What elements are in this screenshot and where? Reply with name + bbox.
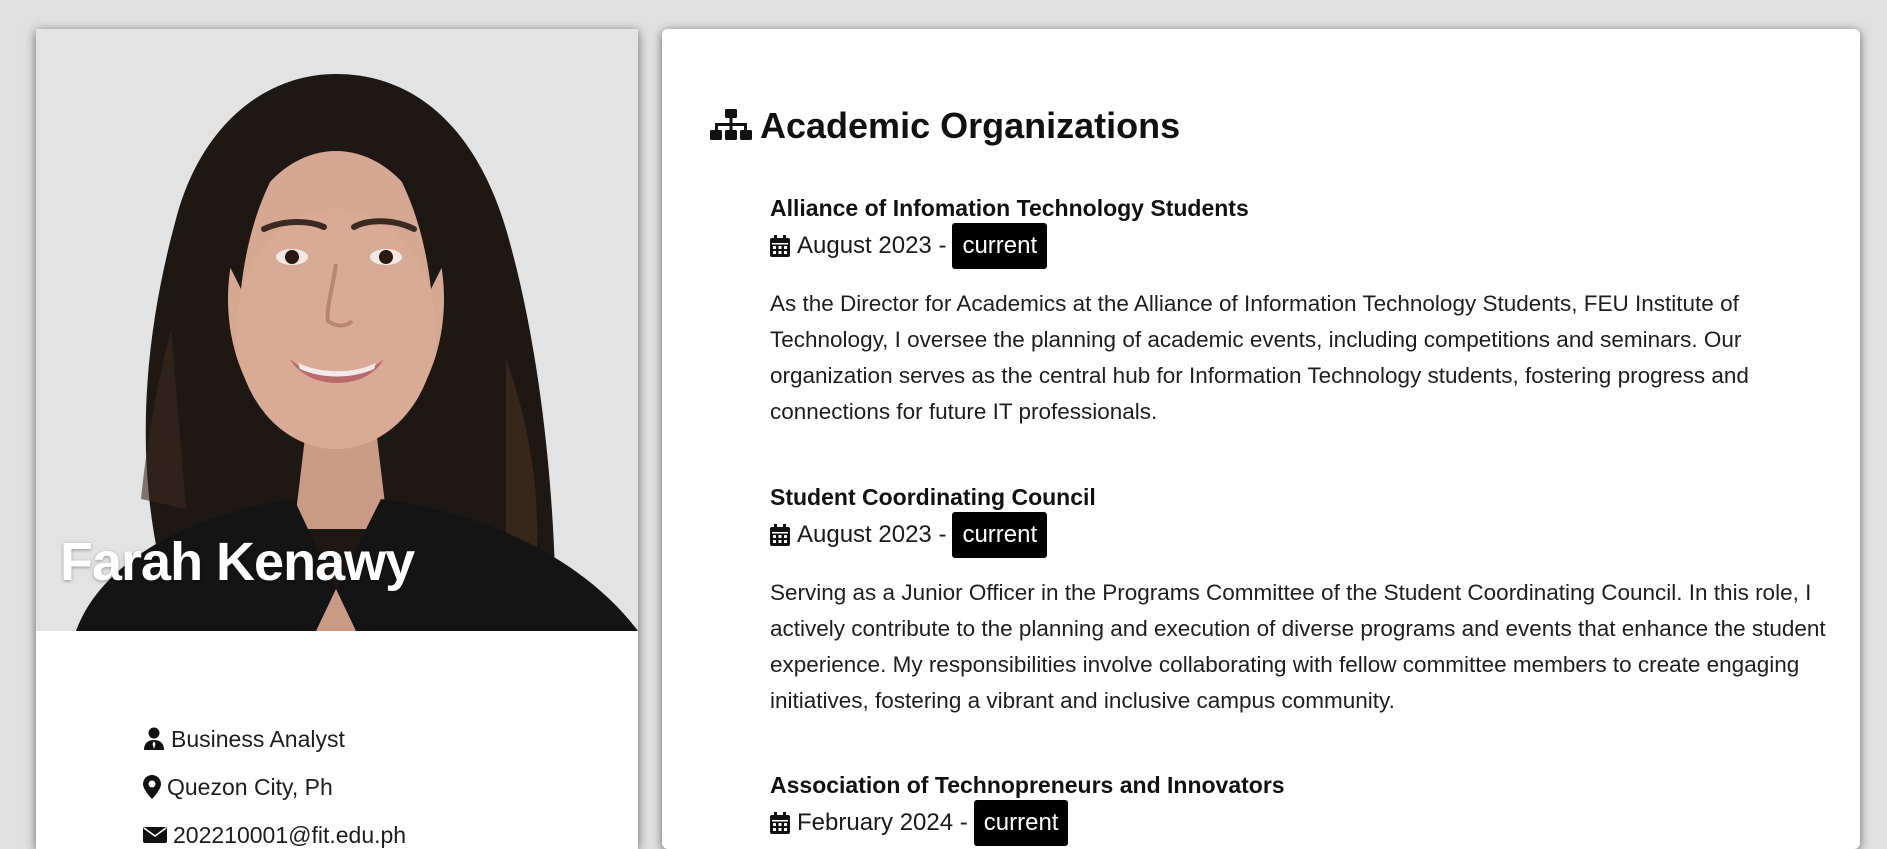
role-text: Business Analyst [171,725,345,752]
organization-start: August 2023 - [797,232,947,259]
organization-description: Serving as a Junior Officer in the Progr… [770,580,1826,713]
location-text: Quezon City, Ph [167,773,333,800]
section-title: Academic Organizations [760,105,1181,146]
organizations-card: Academic Organizations Alliance of Infom… [662,29,1860,849]
organization-date: February 2024 - current [770,800,1830,846]
section-header: Academic Organizations [710,105,1180,147]
organization-start: February 2024 - [797,809,968,836]
organization-name: Student Coordinating Council [770,484,1096,510]
user-tie-icon [144,727,164,750]
status-badge: current [952,223,1048,269]
sitemap-icon [710,109,752,140]
location-row: Quezon City, Ph [143,763,406,811]
organization-name: Association of Technopreneurs and Innova… [770,772,1285,798]
organization-date: August 2023 - current [770,223,1830,269]
status-badge: current [973,800,1069,846]
profile-name: Farah Kenawy [60,532,415,592]
calendar-icon [770,524,790,546]
profile-card: Farah Kenawy Business Analyst Quezon Cit… [36,29,638,849]
calendar-icon [770,812,790,834]
role-row: Business Analyst [143,715,406,763]
envelope-icon [143,827,167,843]
organization-description: As the Director for Academics at the All… [770,291,1749,424]
calendar-icon [770,235,790,257]
organization-item: Student Coordinating Council August 2023… [770,482,1830,719]
email-row: 202210001@fit.edu.ph [143,811,406,849]
organization-name: Alliance of Infomation Technology Studen… [770,195,1249,221]
organization-date: August 2023 - current [770,512,1830,558]
organization-start: August 2023 - [797,521,947,548]
organization-item: Association of Technopreneurs and Innova… [770,770,1830,846]
organization-item: Alliance of Infomation Technology Studen… [770,193,1830,430]
email-link[interactable]: 202210001@fit.edu.ph [173,822,406,849]
profile-photo: Farah Kenawy [36,29,638,631]
map-marker-icon [143,775,161,799]
status-badge: current [952,512,1048,558]
profile-info-list: Business Analyst Quezon City, Ph 2022100… [143,715,406,849]
